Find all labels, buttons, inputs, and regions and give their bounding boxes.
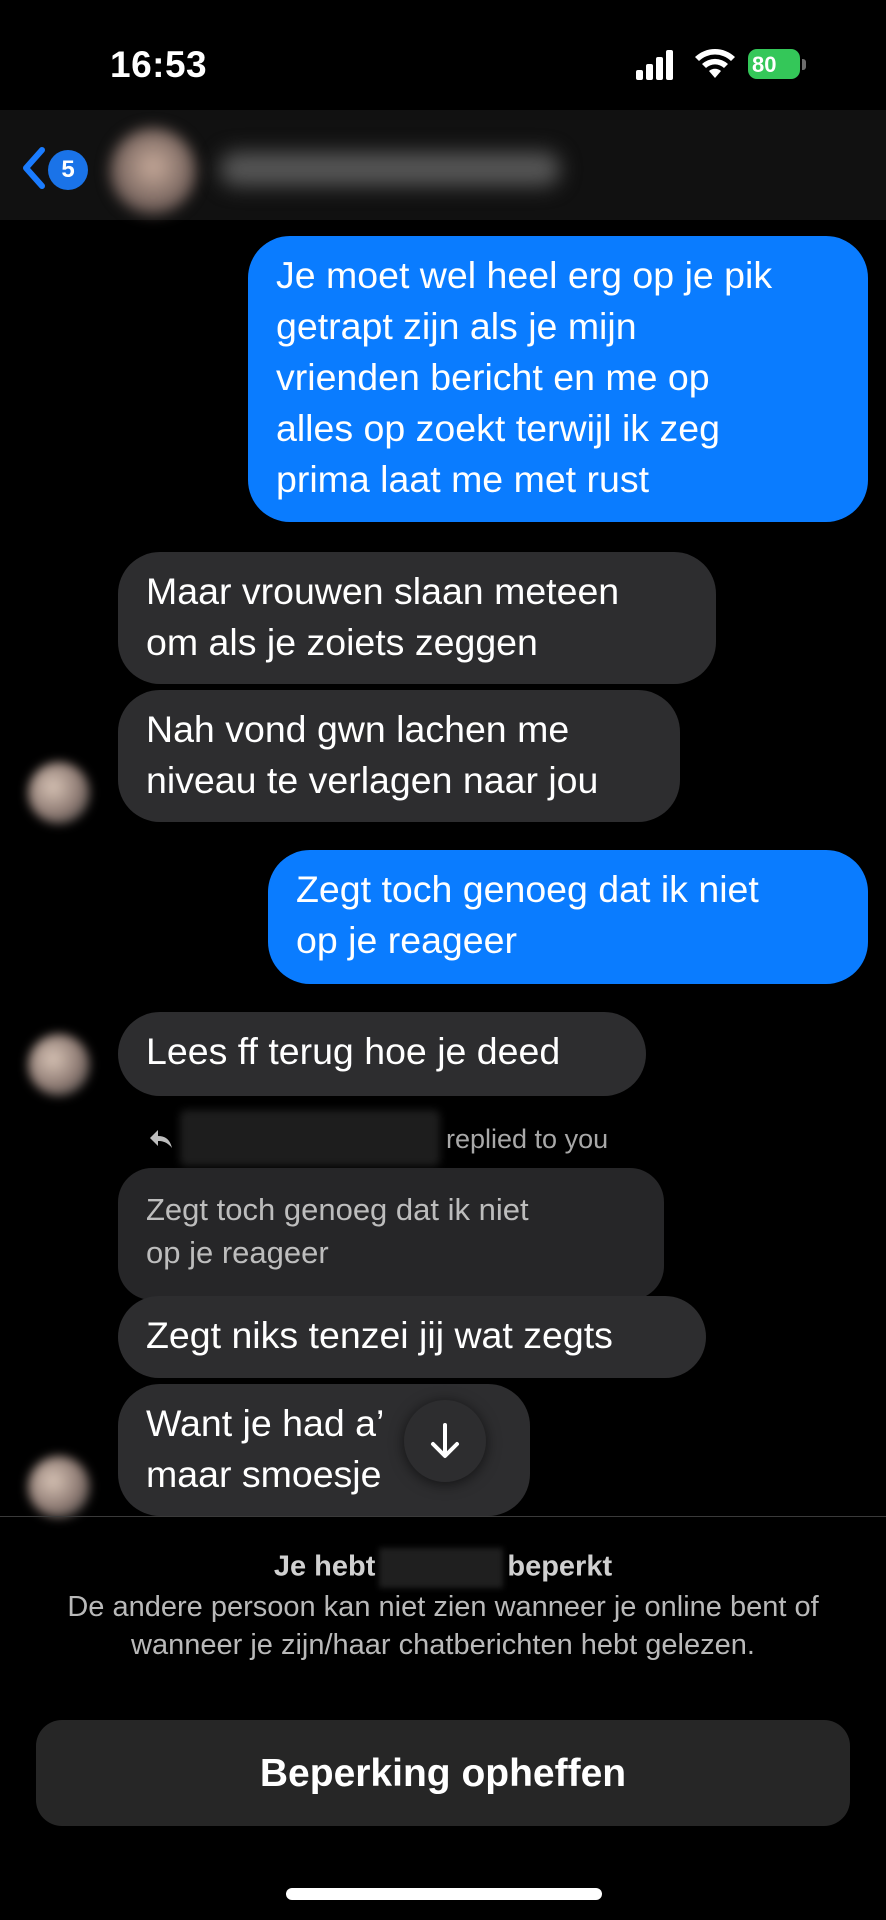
wifi-icon xyxy=(695,49,735,78)
arrow-down-icon xyxy=(431,1423,459,1458)
sender-avatar[interactable] xyxy=(28,1456,90,1518)
message-outgoing[interactable]: Je moet wel heel erg op je pik getrapt z… xyxy=(248,236,868,522)
lift-restriction-button[interactable]: Beperking opheffen xyxy=(36,1720,850,1826)
unread-badge[interactable]: 5 xyxy=(48,150,88,190)
reply-context: replied to you xyxy=(148,1110,748,1166)
reply-sender-blurred xyxy=(180,1110,440,1166)
contact-name-blurred[interactable] xyxy=(220,152,560,186)
battery-percent: 80 xyxy=(752,52,777,77)
restriction-description: De andere persoon kan niet zien wanneer … xyxy=(67,1591,819,1661)
contact-avatar[interactable] xyxy=(110,128,196,214)
message-outgoing[interactable]: Zegt toch genoeg dat ik niet op je reage… xyxy=(268,850,868,984)
sender-avatar[interactable] xyxy=(28,762,90,824)
signal-icon xyxy=(636,48,676,80)
message-incoming[interactable]: Lees ff terug hoe je deed xyxy=(118,1012,646,1096)
reply-arrow-icon xyxy=(150,1130,172,1148)
message-incoming[interactable]: Nah vond gwn lachen me niveau te verlage… xyxy=(118,690,680,822)
message-incoming[interactable]: Maar vrouwen slaan meteen om als je zoie… xyxy=(118,552,716,684)
reply-label: replied to you xyxy=(446,1124,609,1154)
status-bar: 16:53 80 xyxy=(0,0,886,120)
battery-icon: 80 xyxy=(748,49,806,81)
message-incoming[interactable]: Zegt niks tenzei jij wat zegts xyxy=(118,1296,706,1378)
back-chevron-icon[interactable] xyxy=(20,146,46,190)
restriction-title: Je hebt beperkt xyxy=(0,1548,886,1588)
sender-avatar[interactable] xyxy=(28,1034,90,1096)
restricted-name-blurred xyxy=(379,1548,504,1588)
chat-header: 5 xyxy=(0,110,886,220)
quoted-message[interactable]: Zegt toch genoeg dat ik niet op je reage… xyxy=(118,1168,664,1300)
scroll-to-bottom-button[interactable] xyxy=(404,1400,486,1482)
home-indicator xyxy=(286,1888,602,1900)
divider xyxy=(0,1516,886,1517)
status-time: 16:53 xyxy=(110,44,208,85)
